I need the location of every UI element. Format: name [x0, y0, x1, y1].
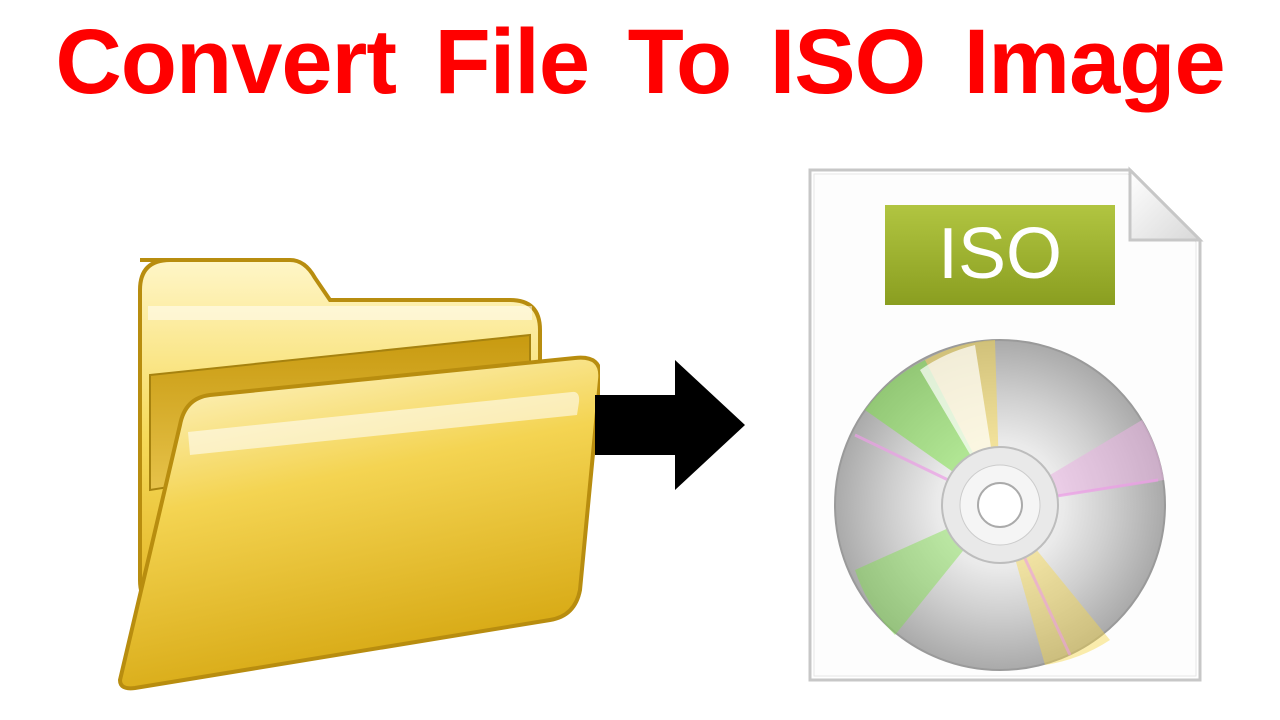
disc-icon [835, 340, 1165, 670]
page-title: Convert File To ISO Image [0, 10, 1280, 115]
iso-badge: ISO [885, 205, 1115, 305]
folder-icon [80, 180, 600, 700]
graphics-row: ISO [0, 150, 1280, 710]
arrow-right-icon [595, 360, 745, 490]
iso-badge-text: ISO [938, 214, 1062, 294]
iso-file-icon: ISO [770, 150, 1220, 700]
